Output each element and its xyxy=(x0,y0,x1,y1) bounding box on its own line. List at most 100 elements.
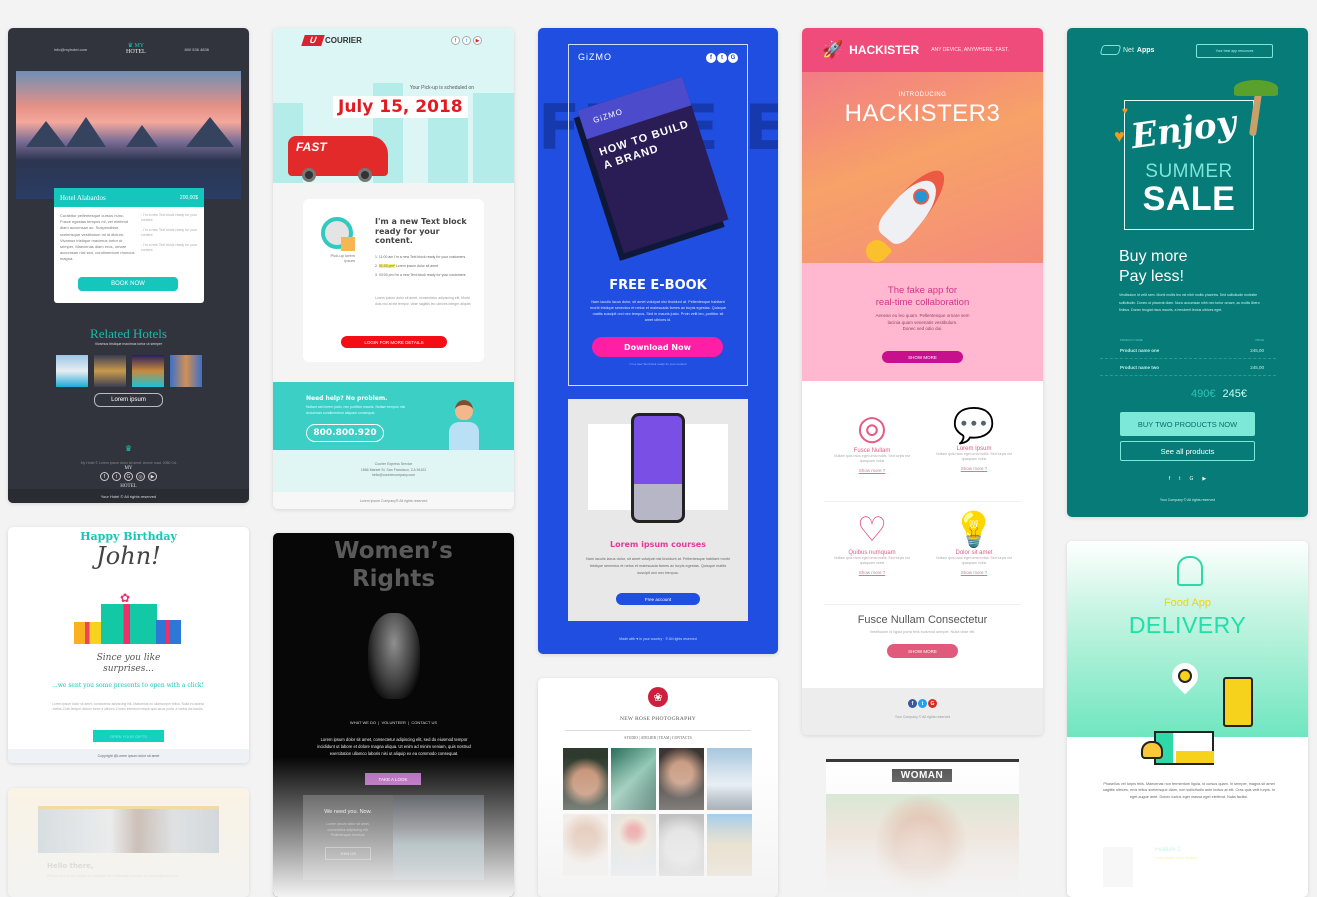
closing-show-more-button[interactable]: SHOW MORE xyxy=(887,644,958,658)
table-row: Product name one 245,00 xyxy=(1100,342,1276,359)
facebook-icon[interactable]: f xyxy=(451,36,460,45)
related-hotels-subtitle: Vivamus tristique maximus tortor ut semp… xyxy=(94,342,163,346)
new-price: 245€ xyxy=(1222,388,1247,400)
clock-icon xyxy=(321,217,355,251)
facebook-icon[interactable]: f xyxy=(706,53,716,63)
courses-text: Nam iaculis lacus dolor, sit amet volutp… xyxy=(586,557,730,575)
netapps-logo: Net Apps xyxy=(1099,45,1154,55)
courier-content-panel: Pick-up lorem ipsum I'm a new Text block… xyxy=(303,199,484,362)
youtube-icon[interactable]: ▶ xyxy=(1202,476,1206,482)
google-plus-icon[interactable]: G xyxy=(124,472,133,481)
template-card-new-rose[interactable]: ❀ NEW ROSE PHOTOGRAPHY STUDIO | ATELIER … xyxy=(538,678,778,897)
template-card-womens-rights[interactable]: Women’s Rights WHAT WE DO | VOLUNTEER | … xyxy=(273,533,514,897)
lightbulb-icon: 💡 xyxy=(952,511,996,549)
see-all-products-button[interactable]: See all products xyxy=(1120,441,1255,461)
phone-mockup xyxy=(631,413,685,523)
hackister-footer: f t G Your Company © All rights reserved xyxy=(802,688,1043,735)
hero-title: HACKISTER3 xyxy=(844,100,1001,127)
birthday-copyright: Copyright @Lorem ipsum dolor sit amet xyxy=(8,749,249,763)
delivery-title: DELIVERY xyxy=(1128,612,1247,638)
instagram-icon[interactable]: ◎ xyxy=(136,472,145,481)
price-summary: 490€ 245€ xyxy=(1067,388,1247,400)
open-gifts-button[interactable]: OPEN YOUR GIFTS xyxy=(93,730,164,742)
template-card-birthday[interactable]: Happy Birthday John! ✿ Since you like su… xyxy=(8,527,249,763)
template-card-netapps[interactable]: Net Apps Your best app resources ♥ ♥ Enjo… xyxy=(1067,28,1308,517)
related-hotel-thumbnails xyxy=(56,355,202,387)
sale-text: SALE xyxy=(1142,180,1236,218)
nav-link-contact-us[interactable]: CONTACT US xyxy=(411,720,437,725)
hotel-thumb xyxy=(56,355,88,387)
help-title: Need help? No problem. xyxy=(306,395,388,402)
youtube-icon[interactable]: ▶ xyxy=(148,472,157,481)
download-now-button[interactable]: Download Now xyxy=(592,337,723,357)
feature-show-more-link[interactable]: Show more ? xyxy=(929,466,1019,471)
template-card-gizmo[interactable]: FREE EBOOK GiZMO f t G GiZMO HOW TO BUIL… xyxy=(538,28,778,654)
login-details-button[interactable]: LOGIN FOR MORE DETAILS xyxy=(341,336,447,348)
bow-icon: ✿ xyxy=(120,591,131,605)
resources-button[interactable]: Your best app resources xyxy=(1196,44,1273,58)
twitter-icon[interactable]: t xyxy=(112,472,121,481)
template-card-hackister[interactable]: 🚀 HACKISTER ANY DEVICE, ANYWHERE, FAST. … xyxy=(802,28,1043,735)
twitter-icon[interactable]: t xyxy=(462,36,471,45)
photo-woman-looking-up xyxy=(563,814,608,876)
nav-link-atelier[interactable]: ATELIER xyxy=(641,736,656,740)
show-more-button[interactable]: SHOW MORE xyxy=(882,351,963,363)
facebook-icon[interactable]: f xyxy=(908,699,917,708)
twitter-icon[interactable]: t xyxy=(918,699,927,708)
template-card-courier[interactable]: U COURIER f t ▶ Your Pick-up is schedule… xyxy=(273,28,514,509)
need-you-section: We need you. Now. Lorem ipsum dolor sit … xyxy=(303,795,484,880)
twitter-icon[interactable]: t xyxy=(1179,476,1180,482)
feature-show-more-link[interactable]: Show more ? xyxy=(827,468,917,473)
photo-grid xyxy=(563,748,752,876)
hotel-copyright: Your Hotel © All rights reserved xyxy=(8,489,249,503)
youtube-icon[interactable]: ▶ xyxy=(473,36,482,45)
presents-text: ...we sent you some presents to open wit… xyxy=(52,682,204,689)
template-card-food-delivery[interactable]: Food App DELIVERY Phasellus vel turpis f… xyxy=(1067,541,1308,897)
portrait-image xyxy=(368,613,420,699)
photo-woman-behind-leaf xyxy=(611,748,656,810)
free-account-button[interactable]: Free account xyxy=(616,593,700,605)
rocket-icon: 🚀 xyxy=(822,40,844,59)
take-a-look-button[interactable]: TAKE A LOOK xyxy=(365,773,421,785)
template-gallery: info@myhotel.com ♛ MY HOTEL 800 536 4836… xyxy=(0,0,1317,897)
nav-link-contacts[interactable]: CONTACTS xyxy=(672,736,692,740)
delivery-van-illustration: FAST xyxy=(288,136,388,182)
lorem-ipsum-button[interactable]: Lorem ipsum xyxy=(94,393,163,407)
help-phone-button[interactable]: 800.800.920 xyxy=(306,424,384,442)
facebook-icon[interactable]: f xyxy=(1169,476,1170,482)
heart-icon: ♥ xyxy=(1122,106,1128,117)
hotel-thumb xyxy=(170,355,202,387)
panel-heading: I'm a new Text block ready for your cont… xyxy=(375,217,467,245)
buy-products-button[interactable]: BUY TWO PRODUCTS NOW xyxy=(1120,412,1255,436)
photo-portrait-young-man xyxy=(563,748,608,810)
google-plus-icon[interactable]: G xyxy=(728,53,738,63)
photo-woman-in-field xyxy=(707,814,752,876)
google-plus-icon[interactable]: G xyxy=(1190,476,1194,482)
gizmo-footer: Made with ♥ in your country · © All righ… xyxy=(619,637,697,641)
hotel-email: info@myhotel.com xyxy=(54,46,88,52)
twitter-icon[interactable]: t xyxy=(717,53,727,63)
nav-link-what-we-do[interactable]: WHAT WE DO xyxy=(350,720,376,725)
feature-show-more-link[interactable]: Show more ? xyxy=(929,570,1019,575)
womens-rights-text: Lorem ipsum dolor sit amet, consectetur … xyxy=(317,737,471,757)
nav-link-team[interactable]: TEAM xyxy=(659,736,670,740)
nav-link-volunteer[interactable]: VOLUNTEER xyxy=(381,720,405,725)
product-table: PRODUCT NAME PRICE Product name one 245,… xyxy=(1100,338,1276,376)
template-card-woman[interactable]: WOMAN xyxy=(826,759,1019,897)
feature-title: Feature 1 xyxy=(1155,847,1181,853)
birthday-name: John! xyxy=(96,542,161,570)
old-price: 490€ xyxy=(1190,388,1216,400)
burger-icon xyxy=(1141,741,1163,759)
book-now-button[interactable]: BOOK NOW xyxy=(78,277,178,291)
template-card-verification[interactable]: Hello there, Please click on the button … xyxy=(8,788,249,897)
feature-show-more-link[interactable]: Show more ? xyxy=(827,570,917,575)
join-us-button[interactable]: JOIN US xyxy=(325,847,371,860)
google-plus-icon[interactable]: G xyxy=(928,699,937,708)
nav-link-studio[interactable]: STUDIO xyxy=(624,736,638,740)
courier-social-links: f t ▶ xyxy=(451,36,482,45)
facebook-icon[interactable]: f xyxy=(100,472,109,481)
template-card-my-hotel[interactable]: info@myhotel.com ♛ MY HOTEL 800 536 4836… xyxy=(8,28,249,503)
hotel-social-links: f t G ◎ ▶ xyxy=(8,472,249,481)
need-you-title: We need you. Now. xyxy=(324,809,372,815)
need-you-text: Lorem ipsum dolor sit amet, consectetur … xyxy=(326,822,370,837)
